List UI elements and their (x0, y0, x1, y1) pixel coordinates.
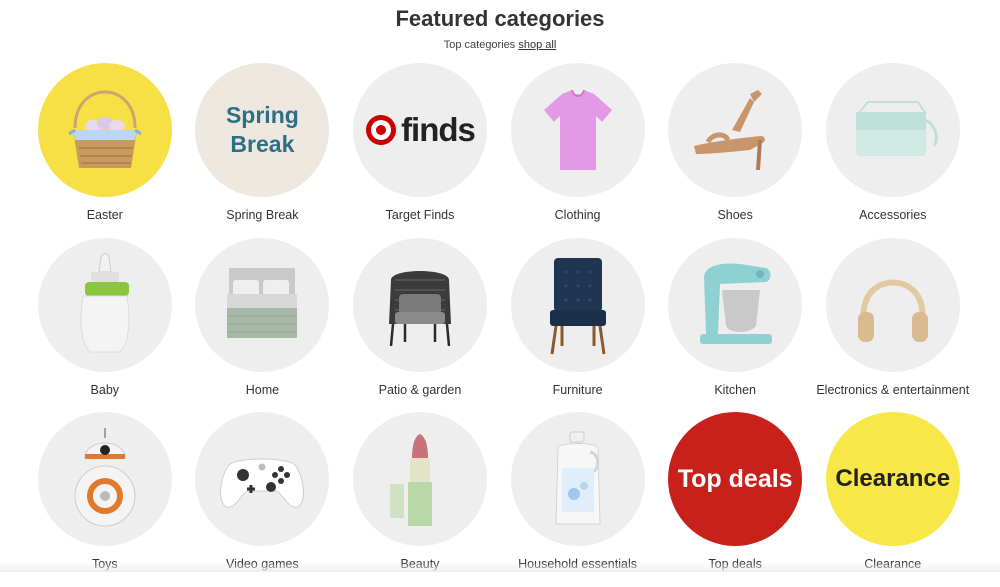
category-label[interactable]: Electronics & entertainment (816, 383, 969, 397)
bottom-fade (0, 562, 1000, 572)
category-grid: Easter Spring Break Spring Break finds T… (26, 63, 986, 587)
shop-all-link[interactable]: shop all (518, 39, 556, 51)
accent-chair-icon (549, 257, 606, 354)
easter-basket-icon (67, 90, 142, 168)
clearance-art: Clearance (835, 465, 951, 492)
handbag-icon (855, 101, 938, 156)
patio-chair-icon (388, 270, 451, 346)
toys-image[interactable] (37, 412, 172, 546)
featured-header: Featured categories Top categories shop … (0, 0, 1000, 52)
finds-word: finds (401, 111, 476, 148)
category-shoes[interactable]: Shoes (656, 63, 814, 238)
patio-image[interactable] (352, 237, 487, 372)
category-clothing[interactable]: Clothing (499, 63, 657, 238)
category-label[interactable]: Spring Break (226, 208, 298, 222)
detergent-bottle-icon (555, 431, 601, 525)
clearance-image[interactable]: Clearance (825, 412, 960, 546)
category-patio[interactable]: Patio & garden (341, 237, 499, 413)
game-controller-icon (220, 458, 305, 508)
category-label[interactable]: Target Finds (386, 208, 455, 222)
headphones-icon (857, 279, 928, 342)
spring-break-art: Spring Break (226, 101, 299, 159)
top-deals-art: Top deals (677, 464, 793, 493)
subtitle: Top categories shop all (0, 38, 1000, 52)
page-title: Featured categories (395, 6, 605, 31)
t-shirt-icon (543, 89, 612, 170)
spring-break-art-line2: Break (230, 131, 295, 157)
lipstick-icon (389, 434, 432, 526)
category-spring-break[interactable]: Spring Break Spring Break (184, 63, 342, 238)
furniture-image[interactable] (510, 237, 645, 372)
home-image[interactable] (195, 237, 330, 372)
category-beauty[interactable]: Beauty (341, 412, 499, 587)
clothing-image[interactable] (510, 63, 645, 197)
top-deals-image[interactable]: Top deals (668, 412, 803, 546)
category-label[interactable]: Accessories (859, 208, 926, 222)
target-finds-art: finds (365, 111, 476, 149)
category-label[interactable]: Patio & garden (379, 383, 462, 397)
category-target-finds[interactable]: finds Target Finds (341, 63, 499, 238)
category-clearance[interactable]: Clearance Clearance (814, 412, 972, 587)
easter-image[interactable] (37, 63, 172, 197)
subtitle-text: Top categories (443, 39, 516, 51)
spring-break-art-line1: Spring (225, 102, 299, 128)
shoes-image[interactable] (668, 63, 803, 197)
sandal-icon (694, 90, 765, 170)
category-electronics[interactable]: Electronics & entertainment (814, 237, 972, 413)
beauty-image[interactable] (352, 412, 487, 546)
category-label[interactable]: Easter (87, 208, 123, 222)
target-finds-image[interactable]: finds (352, 63, 487, 197)
accessories-image[interactable] (825, 63, 960, 197)
video-games-image[interactable] (195, 412, 330, 546)
bed-icon (227, 267, 298, 338)
category-baby[interactable]: Baby (26, 237, 184, 413)
category-label[interactable]: Shoes (717, 208, 752, 222)
category-accessories[interactable]: Accessories (814, 63, 972, 238)
category-easter[interactable]: Easter (26, 63, 184, 238)
category-home[interactable]: Home (184, 237, 342, 413)
category-video-games[interactable]: Video games (184, 412, 342, 587)
baby-bottle-icon (80, 252, 130, 352)
target-bullseye-icon (366, 115, 397, 145)
category-label[interactable]: Kitchen (714, 383, 756, 397)
category-household[interactable]: Household essentials (499, 412, 657, 587)
baby-image[interactable] (37, 237, 172, 372)
spring-break-image[interactable]: Spring Break (195, 63, 330, 197)
category-label[interactable]: Furniture (553, 383, 603, 397)
electronics-image[interactable] (825, 237, 960, 372)
household-image[interactable] (510, 412, 645, 546)
category-toys[interactable]: Toys (26, 412, 184, 587)
category-label[interactable]: Clothing (555, 208, 601, 222)
category-label[interactable]: Baby (91, 383, 120, 397)
category-furniture[interactable]: Furniture (499, 237, 657, 413)
robot-toy-icon (74, 428, 136, 527)
category-kitchen[interactable]: Kitchen (656, 237, 814, 413)
category-label[interactable]: Home (246, 383, 279, 397)
category-top-deals[interactable]: Top deals Top deals (656, 412, 814, 587)
kitchen-image[interactable] (668, 237, 803, 372)
stand-mixer-icon (700, 263, 773, 344)
